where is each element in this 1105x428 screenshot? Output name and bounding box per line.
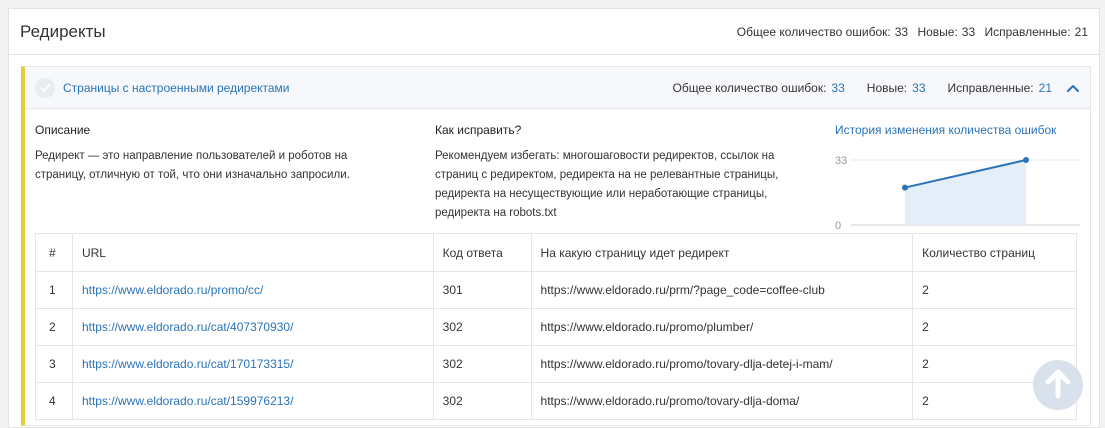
col-header-count: Количество страниц [912, 233, 1077, 272]
new-errors-value: 33 [961, 24, 976, 39]
col-header-code: Код ответа [432, 233, 532, 272]
row-code: 302 [432, 308, 532, 346]
row-code: 301 [432, 271, 532, 309]
table-row: 1 https://www.eldorado.ru/promo/cc/ 301 … [35, 271, 1077, 309]
description-heading: Описание [35, 123, 91, 137]
section-new-value: 33 [912, 80, 926, 95]
row-number: 3 [35, 345, 73, 383]
row-code: 302 [432, 345, 532, 383]
redirects-card: Редиректы Общее количество ошибок: 33 Нов… [8, 8, 1100, 428]
history-area [905, 160, 1026, 225]
y-axis-max-label: 33 [835, 155, 847, 167]
redirect-pages-section: Страницы с настроенными редиректами Обще… [21, 66, 1091, 426]
row-url-link[interactable]: https://www.eldorado.ru/cat/159976213/ [82, 394, 293, 408]
row-url-link[interactable]: https://www.eldorado.ru/cat/407370930/ [82, 320, 293, 334]
total-errors-value: 33 [894, 24, 909, 39]
fix-heading: Как исправить? [435, 123, 522, 137]
description-text: Редирект — это направление пользователей… [35, 150, 350, 181]
history-title[interactable]: История изменения количества ошибок [835, 123, 1085, 137]
row-target: https://www.eldorado.ru/promo/plumber/ [530, 308, 914, 346]
history-block: История изменения количества ошибок 33 0 [835, 123, 1085, 232]
section-fixed-value: 21 [1038, 80, 1052, 95]
col-header-number: # [35, 233, 73, 272]
section-header[interactable]: Страницы с настроенными редиректами Обще… [25, 67, 1090, 109]
section-counts: Общее количество ошибок: 33 Новые: 33 Ис… [672, 81, 1080, 95]
row-count: 2 [912, 271, 1077, 309]
table-header-row: # URL Код ответа На какую страницу идет … [35, 233, 1077, 272]
page-title: Редиректы [20, 21, 106, 41]
fix-text: Рекомендуем избегать: многошаговости ред… [435, 150, 779, 219]
section-header-left: Страницы с настроенными редиректами [35, 77, 290, 98]
history-chart: 33 0 [835, 155, 1080, 232]
info-block: Описание Редирект — это направление поль… [25, 109, 1090, 233]
row-count: 2 [912, 308, 1077, 346]
summary-counts: Общее количество ошибок: 33 Новые: 33 Испр… [737, 25, 1088, 39]
redirects-table: # URL Код ответа На какую страницу идет … [35, 233, 1077, 420]
section-fixed-label: Исправленные: [947, 80, 1034, 95]
table-row: 2 https://www.eldorado.ru/cat/407370930/… [35, 308, 1077, 346]
row-target: https://www.eldorado.ru/prm/?page_code=c… [530, 271, 914, 309]
fixed-errors-label: Исправленные: [984, 24, 1071, 39]
card-header: Редиректы Общее количество ошибок: 33 Нов… [9, 9, 1099, 55]
row-url-link[interactable]: https://www.eldorado.ru/cat/170173315/ [82, 357, 293, 371]
total-errors-label: Общее количество ошибок: [736, 24, 891, 39]
section-new-label: Новые: [866, 80, 908, 95]
row-number: 1 [35, 271, 73, 309]
history-point [902, 184, 908, 191]
new-errors-label: Новые: [917, 24, 958, 39]
section-total-value: 33 [831, 80, 845, 95]
scroll-to-top-button[interactable] [1033, 360, 1083, 410]
table-row: 3 https://www.eldorado.ru/cat/170173315/… [35, 345, 1077, 383]
check-circle-icon [35, 77, 55, 98]
arrow-up-icon [1045, 369, 1071, 402]
fix-block: Как исправить? Рекомендуем избегать: мно… [435, 123, 815, 223]
col-header-target: На какую страницу идет редирект [530, 233, 914, 272]
history-point [1023, 157, 1029, 163]
fixed-errors-value: 21 [1074, 24, 1088, 39]
row-url-link[interactable]: https://www.eldorado.ru/promo/cc/ [82, 283, 263, 297]
description-block: Описание Редирект — это направление поль… [35, 123, 395, 185]
row-number: 2 [35, 308, 73, 346]
col-header-url: URL [71, 233, 434, 272]
chevron-up-icon[interactable] [1066, 81, 1080, 95]
y-axis-min-label: 0 [835, 220, 841, 232]
section-title[interactable]: Страницы с настроенными редиректами [63, 81, 290, 95]
section-total-label: Общее количество ошибок: [672, 80, 827, 95]
row-target: https://www.eldorado.ru/promo/tovary-dlj… [530, 345, 914, 383]
